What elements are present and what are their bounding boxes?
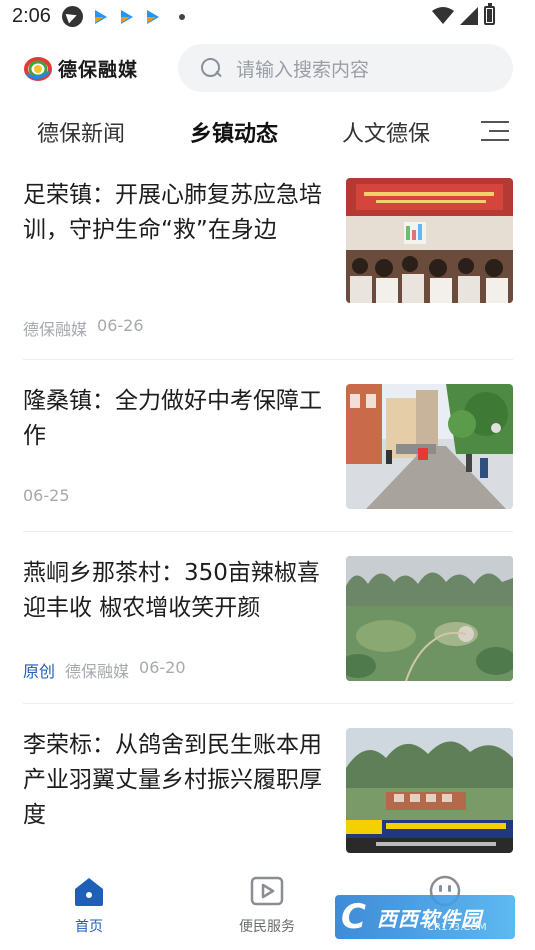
header: 德保融媒 请输入搜索内容: [0, 40, 535, 98]
street-scene-photo: [346, 384, 513, 509]
status-icons-left: [62, 6, 185, 27]
news-item[interactable]: 李荣标：从鸽舍到民生账本用产业羽翼丈量乡村振兴履职厚度: [23, 728, 513, 858]
signal-icon: [460, 6, 478, 25]
news-source: 德保融媒: [23, 320, 88, 339]
status-time: 2:06: [12, 5, 51, 27]
watermark-sub: CR173.COM: [427, 922, 487, 933]
battery-charging-icon: [484, 3, 495, 25]
news-source: 德保融媒: [65, 662, 130, 681]
category-tabs: 德保新闻 乡镇动态 人文德保: [0, 108, 535, 158]
news-item[interactable]: 隆桑镇：全力做好中考保障工作 06-25: [23, 384, 513, 532]
channel-menu-icon[interactable]: [481, 118, 509, 142]
search-input[interactable]: 请输入搜索内容: [178, 44, 513, 92]
divider: [23, 703, 513, 704]
news-meta: 德保融媒 06-26: [23, 316, 144, 340]
tab-deibao-news[interactable]: 德保新闻: [37, 116, 125, 148]
site-watermark: C 西西软件园 CR173.COM: [335, 895, 515, 939]
telegram-icon: [62, 6, 83, 27]
logo-text: 德保融媒: [58, 59, 139, 81]
divider: [23, 359, 513, 360]
news-title: 李荣标：从鸽舍到民生账本用产业羽翼丈量乡村振兴履职厚度: [23, 732, 322, 828]
training-classroom-photo: [346, 178, 513, 303]
logo-mark-icon: [24, 56, 52, 81]
app-logo: 德保融媒: [24, 55, 138, 82]
search-placeholder: 请输入搜索内容: [236, 58, 370, 81]
wifi-icon: [432, 6, 454, 24]
watermark-logo-icon: C: [341, 897, 366, 937]
news-date: 06-25: [23, 486, 70, 505]
news-title: 隆桑镇：全力做好中考保障工作: [23, 388, 322, 449]
nav-home[interactable]: 首页: [44, 874, 134, 936]
tab-township-news[interactable]: 乡镇动态: [190, 116, 278, 148]
news-item[interactable]: 足荣镇：开展心肺复苏应急培训，守护生命“救”在身边 德保融媒 06-26: [23, 178, 513, 360]
news-meta: 原创 德保融媒 06-20: [23, 658, 186, 682]
tab-culture[interactable]: 人文德保: [342, 116, 430, 148]
app-arrow-icon: [145, 9, 161, 25]
news-title: 足荣镇：开展心肺复苏应急培训，守护生命“救”在身边: [23, 182, 322, 243]
nav-label: 便民服务: [239, 919, 295, 935]
karst-valley-aerial-photo: [346, 556, 513, 681]
news-date: 06-26: [97, 316, 144, 335]
news-item[interactable]: 燕峒乡那茶村：350亩辣椒喜迎丰收 椒农增收笑开颜 原创 德保融媒 06-20: [23, 556, 513, 704]
app-arrow-icon: [93, 9, 109, 25]
play-icon: [250, 876, 284, 906]
home-icon: [75, 878, 103, 906]
news-meta: 06-25: [23, 486, 70, 505]
status-icons-right: [432, 3, 495, 25]
app-arrow-icon: [119, 9, 135, 25]
notification-dot-icon: [179, 13, 185, 20]
news-date: 06-20: [139, 658, 186, 677]
nav-label: 首页: [75, 919, 103, 935]
status-bar: 2:06: [0, 0, 535, 34]
search-icon: [200, 57, 222, 79]
original-tag: 原创: [23, 662, 56, 681]
news-title: 燕峒乡那茶村：350亩辣椒喜迎丰收 椒农增收笑开颜: [23, 560, 320, 621]
mountain-village-aerial-photo: [346, 728, 513, 853]
nav-convenience-services[interactable]: 便民服务: [222, 874, 312, 936]
divider: [23, 531, 513, 532]
